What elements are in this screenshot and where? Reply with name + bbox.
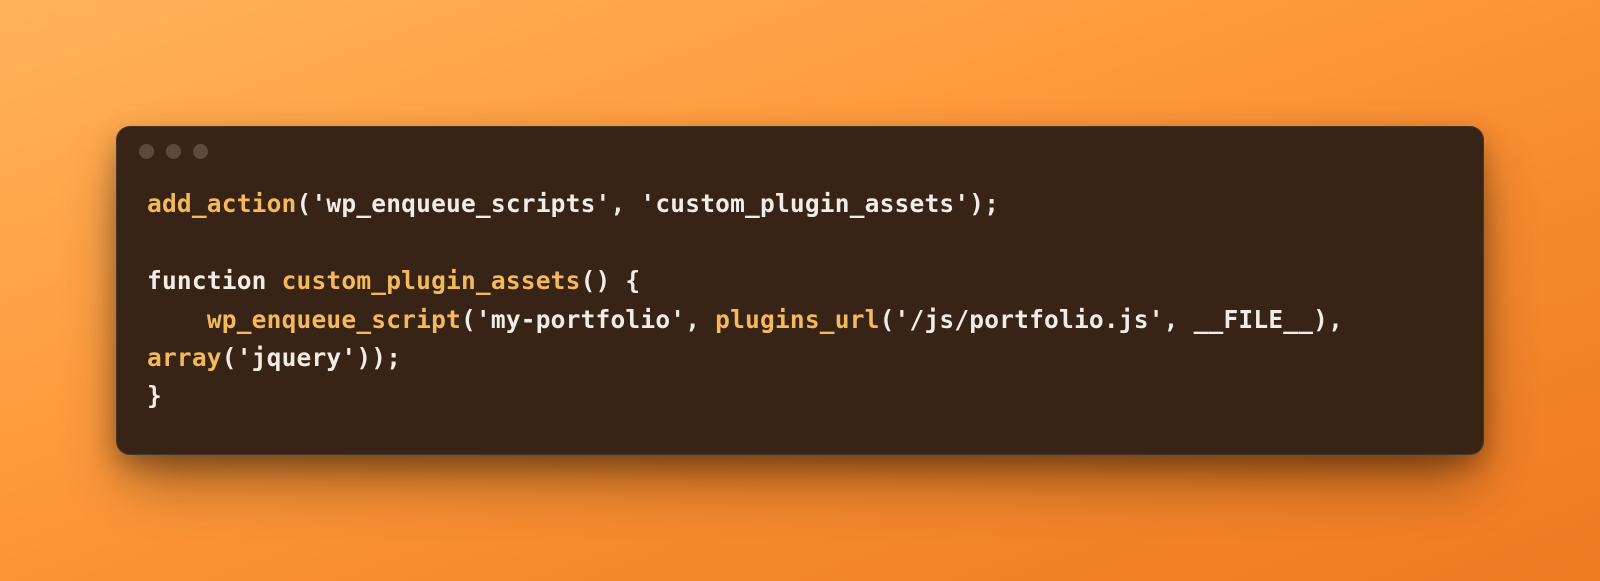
code-token: ,: [685, 305, 715, 334]
code-token: 'my-portfolio': [476, 305, 685, 334]
code-token: ,: [1164, 305, 1194, 334]
code-window: add_action('wp_enqueue_scripts', 'custom…: [116, 126, 1484, 455]
code-token: function: [147, 266, 267, 295]
code-token: (: [222, 343, 237, 372]
traffic-light-zoom-icon[interactable]: [193, 144, 208, 159]
traffic-light-minimize-icon[interactable]: [166, 144, 181, 159]
code-token: );: [969, 189, 999, 218]
code-token: array: [147, 343, 222, 372]
code-token: 'jquery': [237, 343, 357, 372]
code-token: '/js/portfolio.js': [895, 305, 1164, 334]
code-token: [267, 266, 282, 295]
code-block: add_action('wp_enqueue_scripts', 'custom…: [117, 175, 1483, 454]
code-token: }: [147, 381, 162, 410]
code-token: 'custom_plugin_assets': [640, 189, 969, 218]
code-token: wp_enqueue_script: [207, 305, 461, 334]
code-token: plugins_url: [715, 305, 879, 334]
code-token: custom_plugin_assets: [282, 266, 581, 295]
code-token: (: [880, 305, 895, 334]
code-token: () {: [581, 266, 641, 295]
code-indent: [147, 305, 207, 334]
code-token: add_action: [147, 189, 297, 218]
code-token: 'wp_enqueue_scripts': [311, 189, 610, 218]
code-token: ,: [610, 189, 640, 218]
window-titlebar: [117, 127, 1483, 175]
traffic-light-close-icon[interactable]: [139, 144, 154, 159]
code-token: ),: [1313, 305, 1358, 334]
code-token: ));: [356, 343, 401, 372]
code-token: __FILE__: [1194, 305, 1314, 334]
code-token: (: [461, 305, 476, 334]
code-token: (: [297, 189, 312, 218]
